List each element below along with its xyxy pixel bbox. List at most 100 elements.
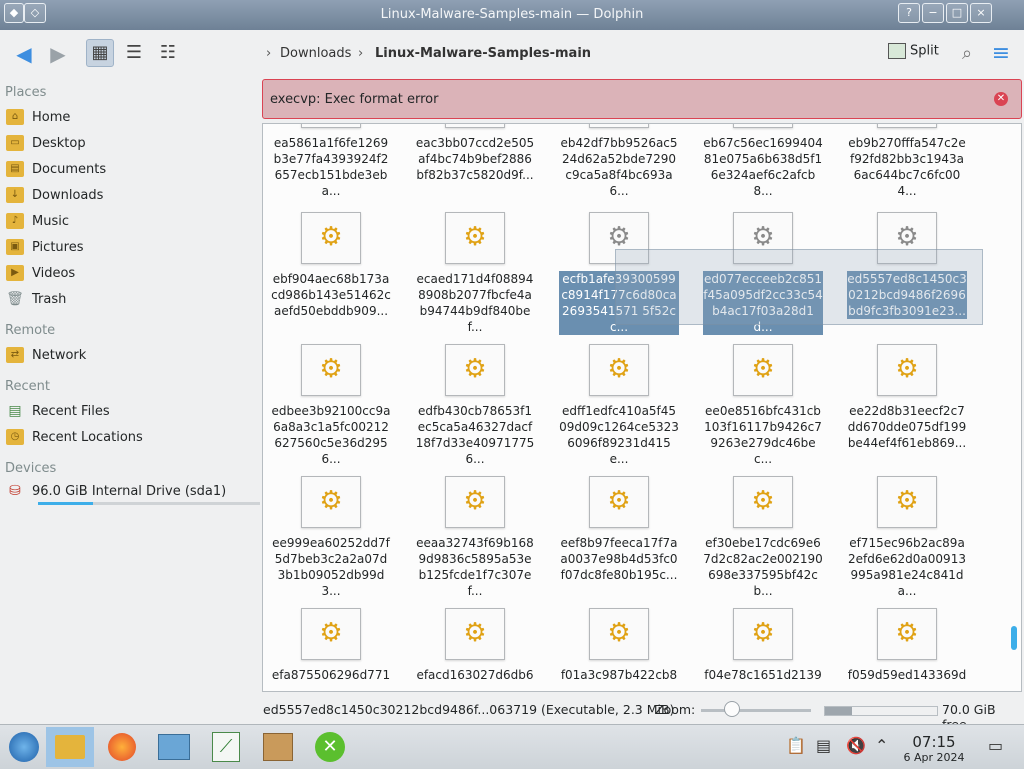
file-item[interactable]: ⚙ f04e78c1651d2139	[699, 608, 827, 691]
file-item[interactable]: ⚙ ee999ea60252dd7f5d7beb3c2a2a07d3b1b0905…	[267, 476, 395, 604]
file-item[interactable]: ⚙ edbee3b92100cc9a6a8a3c1a5fc00212627560c…	[267, 344, 395, 472]
clipboard-icon[interactable]: 📋	[786, 737, 806, 755]
desktop-folder-icon: ▭	[6, 135, 24, 151]
sidebar-item-internal-drive[interactable]: ⛁ 96.0 GiB Internal Drive (sda1)	[6, 481, 260, 509]
system-settings-taskbar-button[interactable]	[150, 727, 198, 767]
file-view[interactable]: ⚙ ea5861a1f6fe1269b3e77fa4393924f2657ecb1…	[262, 123, 1022, 692]
file-item[interactable]: ⚙ efacd163027d6db6	[411, 608, 539, 691]
file-name: ee22d8b31eecf2c7dd670dde075df199be44ef4f…	[847, 404, 967, 450]
gear-icon: ⚙	[607, 486, 631, 516]
notes-icon[interactable]: ▤	[816, 737, 831, 755]
breadcrumb-downloads[interactable]: Downloads	[280, 46, 351, 61]
close-button[interactable]: ×	[970, 3, 992, 23]
file-item[interactable]: ⚙ eef8b97feeca17f7aa0037e98b4d53fc0f07dc8…	[555, 476, 683, 604]
show-desktop-icon[interactable]: ▭	[988, 737, 1003, 755]
sidebar-item-desktop[interactable]: ▭ Desktop	[6, 133, 256, 155]
file-item[interactable]: ⚙ edff1edfc410a5f4509d09c1264ce53236096f8…	[555, 344, 683, 472]
gear-icon: ⚙	[319, 486, 343, 516]
file-item[interactable]: ⚙ ef30ebe17cdc69e67d2c82ac2e002190698e337…	[699, 476, 827, 604]
sidebar-item-music[interactable]: ♪ Music	[6, 211, 256, 233]
firefox-icon	[108, 733, 136, 761]
vertical-scrollbar[interactable]	[1011, 626, 1017, 650]
file-item[interactable]: ⚙ ef715ec96b2ac89a2efd6e62d0a00913995a981…	[843, 476, 971, 604]
task-manager-taskbar-button[interactable]: ⟋	[202, 727, 250, 767]
executable-file-icon: ⚙	[301, 344, 361, 396]
gear-icon: ⚙	[463, 354, 487, 384]
window-title: Linux-Malware-Samples-main — Dolphin	[380, 7, 644, 22]
maximize-button[interactable]: □	[946, 3, 968, 23]
gear-icon: ⚙	[751, 618, 775, 648]
archive-manager-taskbar-button[interactable]	[254, 727, 302, 767]
task-manager-icon: ⟋	[212, 732, 240, 762]
back-arrow-icon[interactable]: ◀	[10, 40, 38, 68]
hamburger-menu-icon[interactable]: ≡	[987, 40, 1015, 68]
file-item[interactable]: ⚙ eeaa32743f69b1689d9836c5895a53eb125fcde…	[411, 476, 539, 604]
zoom-slider-handle[interactable]	[724, 701, 740, 717]
wrench-icon: ✕	[315, 732, 345, 762]
gear-icon: ⚙	[895, 222, 919, 252]
file-name: f059d59ed143369d	[847, 668, 967, 682]
sidebar-item-recent-files[interactable]: ▤ Recent Files	[6, 401, 256, 423]
forward-arrow-icon[interactable]: ▶	[44, 40, 72, 68]
downloads-folder-icon: ↓	[6, 187, 24, 203]
file-name: ee999ea60252dd7f5d7beb3c2a2a07d3b1b09052…	[272, 536, 390, 598]
firefox-taskbar-button[interactable]	[98, 727, 146, 767]
window-titlebar[interactable]: ◆ ◇ Linux-Malware-Samples-main — Dolphin…	[0, 0, 1024, 30]
muted-volume-icon[interactable]: 🔇	[846, 737, 866, 755]
executable-file-icon: ⚙	[445, 608, 505, 660]
taskbar: ⟋ ✕ 📋 ▤ 🔇 ⌃ 07:15 6 Apr 2024 ▭	[0, 724, 1024, 769]
sidebar-item-downloads[interactable]: ↓ Downloads	[6, 185, 256, 207]
file-item[interactable]: ⚙ ee22d8b31eecf2c7dd670dde075df199be44ef4…	[843, 344, 971, 472]
start-orb-icon	[9, 732, 39, 762]
file-item[interactable]: ⚙ efa875506296d771	[267, 608, 395, 691]
file-item[interactable]: ⚙ ebf904aec68b173acd986b143e51462caefd50e…	[267, 212, 395, 340]
executable-file-icon: ⚙	[301, 124, 361, 128]
file-name: eef8b97feeca17f7aa0037e98b4d53fc0f07dc8f…	[560, 536, 678, 582]
file-name: eac3bb07ccd2e505af4bc74b9bef2886bf82b37c…	[415, 136, 535, 182]
gear-icon: ⚙	[607, 354, 631, 384]
file-item[interactable]: ⚙ ecaed171d4f088948908b2077fbcfe4ab94744b…	[411, 212, 539, 340]
gear-icon: ⚙	[463, 486, 487, 516]
recent-header: Recent	[5, 379, 50, 394]
file-item[interactable]: ⚙ edfb430cb78653f1ec5ca5a46327dacf18f7d33…	[411, 344, 539, 472]
sidebar-item-network[interactable]: ⇄ Network	[6, 345, 256, 367]
sidebar-item-recent-locations[interactable]: ◷ Recent Locations	[6, 427, 256, 449]
close-error-icon[interactable]: ✕	[994, 92, 1008, 106]
clock-time: 07:15	[912, 733, 956, 751]
chevron-up-icon[interactable]: ⌃	[875, 737, 888, 755]
pictures-folder-icon: ▣	[6, 239, 24, 255]
icons-view-button[interactable]: ▦	[86, 39, 114, 67]
breadcrumb-current-folder[interactable]: Linux-Malware-Samples-main	[375, 46, 591, 61]
gear-icon: ⚙	[319, 222, 343, 252]
help-button[interactable]: ?	[898, 3, 920, 23]
gear-icon: ⚙	[751, 222, 775, 252]
recent-locations-icon: ◷	[6, 429, 24, 445]
executable-file-icon: ⚙	[877, 344, 937, 396]
sidebar-item-pictures[interactable]: ▣ Pictures	[6, 237, 256, 259]
dolphin-taskbar-button[interactable]	[46, 727, 94, 767]
minimize-button[interactable]: −	[922, 3, 944, 23]
sidebar-item-videos[interactable]: ▶ Videos	[6, 263, 256, 285]
compact-view-button[interactable]: ☰	[120, 39, 148, 67]
file-name: ea5861a1f6fe1269b3e77fa4393924f2657ecb15…	[273, 136, 389, 198]
file-item[interactable]: ⚙ f01a3c987b422cb8	[555, 608, 683, 691]
details-view-button[interactable]: ☷	[154, 39, 182, 67]
file-name: ef30ebe17cdc69e67d2c82ac2e002190698e3375…	[703, 536, 823, 598]
split-label: Split	[910, 43, 939, 59]
error-message-banner: execvp: Exec format error ✕	[262, 79, 1022, 119]
system-tools-taskbar-button[interactable]: ✕	[306, 727, 354, 767]
split-button[interactable]: Split	[888, 43, 944, 65]
file-name: ecaed171d4f088948908b2077fbcfe4ab94744b9…	[416, 272, 534, 334]
file-name: efacd163027d6db6	[416, 668, 534, 682]
clock[interactable]: 07:15 6 Apr 2024	[900, 733, 968, 764]
sidebar-item-home[interactable]: ⌂ Home	[6, 107, 256, 129]
sidebar-item-documents[interactable]: ▤ Documents	[6, 159, 256, 181]
start-menu-button[interactable]	[0, 727, 48, 767]
zoom-slider-track[interactable]	[701, 709, 811, 712]
file-item[interactable]: ⚙ f059d59ed143369d	[843, 608, 971, 691]
sidebar-item-trash[interactable]: 🗑 Trash	[6, 289, 256, 311]
executable-file-icon: ⚙	[589, 344, 649, 396]
file-item[interactable]: ⚙ ee0e8516bfc431cb103f16117b9426c79263e27…	[699, 344, 827, 472]
status-bar: ed5557ed8c1450c30212bcd9486f...063719 (E…	[0, 698, 1024, 732]
search-icon[interactable]: ⌕	[953, 40, 981, 68]
